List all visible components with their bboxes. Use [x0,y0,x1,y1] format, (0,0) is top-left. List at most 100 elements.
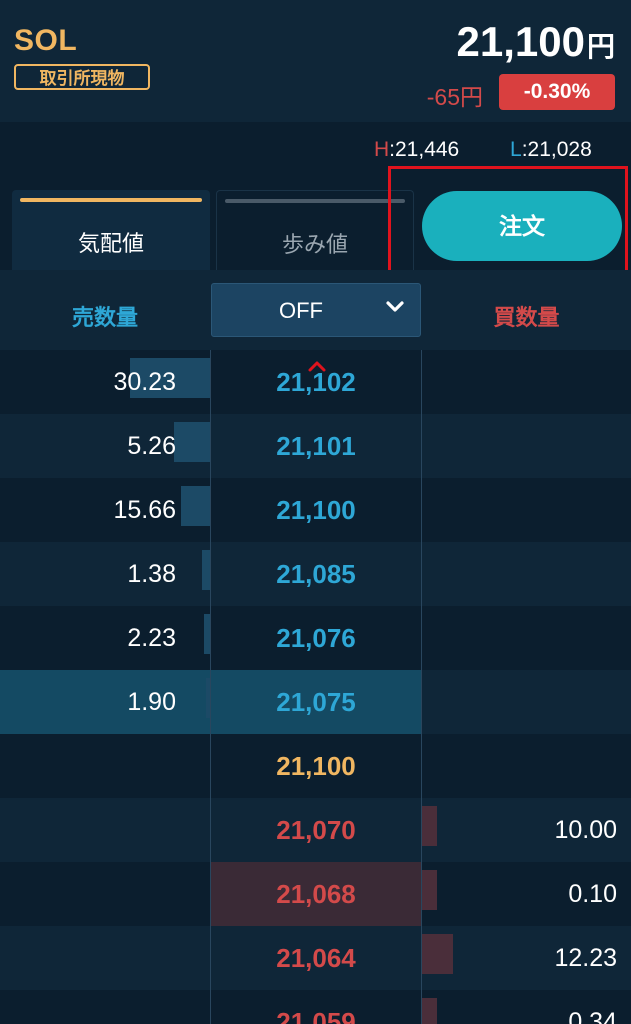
sell-cell: 30.23 [0,350,210,414]
price-cell[interactable]: 21,100 [211,478,421,542]
sell-cell: 1.90 [0,670,210,734]
highlight-frame [388,166,628,280]
buy-cell [422,478,631,542]
price-cell[interactable]: 21,059 [211,990,421,1024]
sell-qty: 1.38 [127,560,176,588]
low-key: L [510,138,522,161]
high-price: H:21,446 [374,138,459,162]
tab-trades[interactable]: 歩み値 [216,190,414,272]
price-cell[interactable]: 21,068 [211,862,421,926]
buy-qty: 10.00 [554,816,617,844]
last-price: 21,100 [276,751,356,781]
sell-cell: 2.23 [0,606,210,670]
price-value: 21,100 [456,18,585,65]
sell-cell [0,862,210,926]
buy-cell: 0.10 [422,862,631,926]
market-badge: 取引所現物 [14,64,150,90]
chevron-down-icon [384,296,406,324]
price-cell[interactable]: 21,085 [211,542,421,606]
sell-cell [0,798,210,862]
ticker-header: SOL 取引所現物 21,100円 -65円 -0.30% [0,0,631,123]
tab-trades-label: 歩み値 [281,232,348,257]
bid-price: 21,070 [276,815,356,845]
buy-cell: 0.34 [422,990,631,1024]
bid-row[interactable]: 21,068 0.10 [0,862,631,926]
column-divider [421,350,422,1024]
ask-price: 21,101 [276,431,356,461]
sell-cell: 5.26 [0,414,210,478]
tab-board-label: 気配値 [77,231,144,256]
ask-row[interactable]: 1.90 21,075 [0,670,631,734]
buy-qty: 0.10 [568,880,617,908]
grouping-select-value: OFF [279,298,323,323]
book-column-header: 売数量 OFF 買数量 [0,270,631,350]
sell-qty: 2.23 [127,624,176,652]
bid-price: 21,064 [276,943,356,973]
price-cell[interactable]: 21,070 [211,798,421,862]
price-change-pct-badge: -0.30% [499,74,615,110]
bid-row[interactable]: 21,064 12.23 [0,926,631,990]
price-cell[interactable]: 21,100 [211,734,421,798]
buy-cell: 10.00 [422,798,631,862]
sell-cell [0,990,210,1024]
buy-cell [422,542,631,606]
sell-qty-header: 売数量 [71,305,138,330]
bid-price: 21,068 [276,879,356,909]
sell-qty: 15.66 [113,496,176,524]
price-cell[interactable]: 21,064 [211,926,421,990]
sell-cell [0,734,210,798]
symbol-label: SOL [14,24,78,57]
sell-depth-bar [174,422,210,462]
buy-qty-header: 買数量 [493,305,560,330]
price-unit: 円 [586,31,615,62]
ask-price: 21,085 [276,559,356,589]
low-value: :21,028 [521,138,592,161]
buy-qty: 12.23 [554,944,617,972]
price-cell[interactable]: 21,075 [211,670,421,734]
buy-depth-bar [422,870,437,910]
buy-depth-bar [422,998,437,1024]
price-cell[interactable]: 21,101 [211,414,421,478]
price-cell[interactable]: 21,076 [211,606,421,670]
high-key: H [374,138,390,161]
ask-row[interactable]: 1.38 21,085 [0,542,631,606]
sell-cell: 15.66 [0,478,210,542]
caret-up-icon[interactable] [307,356,327,379]
sell-qty: 30.23 [113,368,176,396]
bid-price: 21,059 [276,1007,356,1024]
buy-cell [422,606,631,670]
high-value: :21,446 [389,138,460,161]
sell-qty: 1.90 [127,688,176,716]
sell-qty: 5.26 [127,432,176,460]
buy-cell [422,670,631,734]
column-divider [210,350,211,1024]
buy-cell: 12.23 [422,926,631,990]
sell-depth-bar [181,486,210,526]
last-price-row[interactable]: 21,100 [0,734,631,798]
buy-depth-bar [422,934,453,974]
ask-price: 21,100 [276,495,356,525]
buy-cell [422,350,631,414]
tab-board[interactable]: 気配値 [12,190,210,272]
price-change-abs: -65円 [426,84,483,110]
sell-cell [0,926,210,990]
bid-row[interactable]: 21,070 10.00 [0,798,631,862]
buy-cell [422,734,631,798]
buy-qty: 0.34 [568,1008,617,1024]
ask-price: 21,076 [276,623,356,653]
order-book: 30.23 21,102 5.26 21,101 15.66 21,100 1.38 21,0… [0,350,631,1024]
ask-row[interactable]: 2.23 21,076 [0,606,631,670]
ask-row[interactable]: 15.66 21,100 [0,478,631,542]
buy-cell [422,414,631,478]
current-price: 21,100円 [457,18,615,66]
bid-row[interactable]: 21,059 0.34 [0,990,631,1024]
ask-row[interactable]: 5.26 21,101 [0,414,631,478]
sell-cell: 1.38 [0,542,210,606]
sell-depth-bar [202,550,210,590]
low-price: L:21,028 [510,138,592,162]
grouping-select[interactable]: OFF [211,283,421,337]
tab-inactive-indicator [225,199,405,203]
ask-price: 21,075 [276,687,356,717]
buy-depth-bar [422,806,437,846]
tab-active-indicator [20,198,202,202]
